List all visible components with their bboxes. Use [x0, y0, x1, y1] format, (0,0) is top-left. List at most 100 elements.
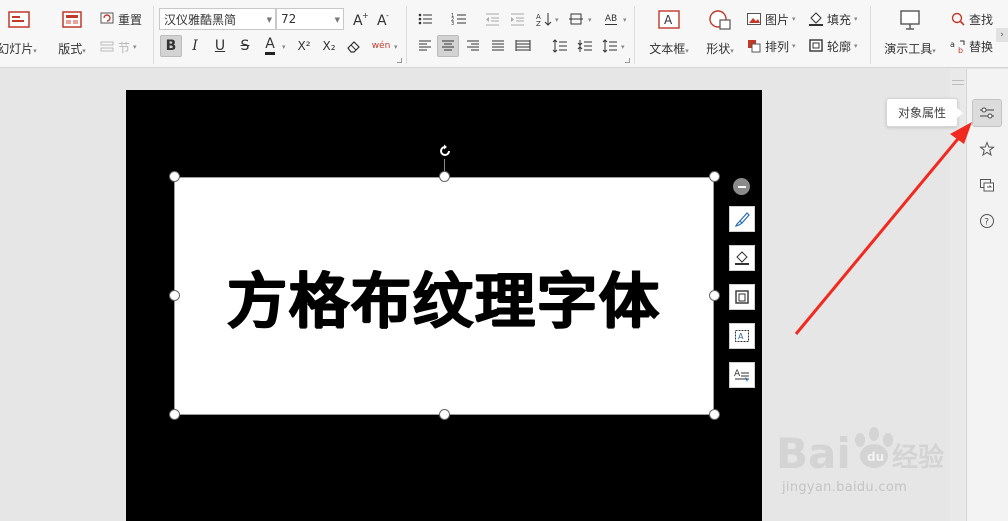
selected-textbox[interactable]: 方格布纹理字体 — [174, 177, 714, 415]
font-family-value: 汉仪雅酷黑简 — [164, 12, 237, 27]
justify-button[interactable] — [487, 35, 509, 57]
textbox-icon: A — [658, 10, 680, 29]
picture-button[interactable]: 图片 ▾ — [746, 8, 796, 30]
new-slide-button[interactable]: 幻灯片▾ — [0, 6, 38, 62]
shape-icon — [709, 10, 731, 30]
star-icon — [979, 141, 995, 157]
svg-text:Bai: Bai — [776, 429, 851, 478]
distribute-icon — [515, 40, 531, 51]
resize-handle-right[interactable] — [709, 290, 720, 301]
outline-label: 轮廓 — [827, 39, 852, 54]
distributed-button[interactable] — [512, 35, 534, 57]
collapse-tools-button[interactable] — [733, 178, 750, 195]
paragraph-spacing-icon — [577, 40, 592, 52]
textbox-text[interactable]: 方格布纹理字体 — [227, 253, 661, 340]
animation-pane-button[interactable] — [972, 135, 1002, 163]
sort-icon: AZ — [536, 13, 552, 27]
shrink-font-icon: A- — [377, 11, 389, 27]
align-center-button[interactable] — [437, 35, 459, 57]
reset-label: 重置 — [118, 12, 143, 27]
presentation-tools-button[interactable]: 演示工具▾ — [880, 6, 940, 62]
ribbon-scroll-right[interactable]: › — [996, 28, 1008, 42]
scroll-grip-top — [952, 80, 964, 81]
watermark-url: jingyan.baidu.com — [782, 480, 908, 495]
increase-indent-button[interactable] — [506, 8, 528, 30]
outline-icon — [735, 290, 749, 304]
svg-text:A: A — [734, 369, 741, 379]
reset-icon — [100, 12, 114, 24]
resize-handle-top-left[interactable] — [169, 171, 180, 182]
svg-text:?: ? — [984, 218, 989, 228]
arrange-button[interactable]: 排列 ▾ — [746, 35, 796, 57]
eraser-icon — [347, 41, 360, 53]
textbox-button[interactable]: A 文本框▾ — [645, 6, 693, 62]
quick-textbox-format-button[interactable]: A — [729, 323, 755, 349]
text-direction-button[interactable]: AB — [599, 8, 623, 30]
font-color-button[interactable]: A — [259, 35, 281, 57]
find-button[interactable]: 查找 — [950, 8, 993, 30]
resize-handle-top-right[interactable] — [709, 171, 720, 182]
resize-handle-bottom-left[interactable] — [169, 409, 180, 420]
resize-handle-top[interactable] — [439, 171, 450, 182]
layout-button[interactable]: 版式▾ — [54, 6, 90, 62]
align-right-button[interactable] — [462, 35, 484, 57]
text-frame-icon: A — [735, 330, 749, 342]
strikethrough-button[interactable]: S — [234, 35, 256, 57]
shrink-font-button[interactable]: A- — [373, 8, 395, 30]
superscript-button[interactable]: X² — [293, 35, 315, 57]
fill-label: 填充 — [827, 12, 852, 27]
quick-outline-button[interactable] — [729, 284, 755, 310]
subscript-button[interactable]: X₂ — [318, 35, 340, 57]
numbering-button[interactable]: 123 — [448, 8, 470, 30]
bold-button[interactable]: B — [160, 35, 182, 57]
align-left-button[interactable] — [414, 35, 436, 57]
fill-button[interactable]: 填充 ▾ — [808, 8, 858, 30]
outline-button[interactable]: 轮廓 ▾ — [808, 35, 858, 57]
svg-text:Z: Z — [536, 20, 541, 27]
quick-style-button[interactable] — [729, 206, 755, 232]
clear-format-button[interactable] — [343, 35, 365, 57]
svg-text:3: 3 — [451, 21, 454, 27]
reset-button[interactable]: 重置 — [99, 8, 142, 30]
line-spacing-top-button[interactable] — [565, 8, 587, 30]
paragraph-spacing-button[interactable] — [574, 35, 596, 57]
underline-button[interactable]: U — [209, 35, 231, 57]
quick-fill-button[interactable] — [729, 245, 755, 271]
spacing-options-button[interactable] — [599, 35, 621, 57]
section-button[interactable]: 节 ▾ — [99, 36, 137, 58]
phonetic-guide-button[interactable]: wén — [368, 35, 394, 57]
help-button[interactable]: ? — [972, 207, 1002, 235]
resize-handle-bottom-right[interactable] — [709, 409, 720, 420]
object-properties-tooltip: 对象属性 — [886, 98, 963, 127]
italic-button[interactable]: I — [184, 35, 206, 57]
bullet-list-icon — [418, 13, 432, 25]
resize-handle-bottom[interactable] — [439, 409, 450, 420]
baidu-jingyan-logo: Bai du 经验 — [776, 427, 944, 478]
bullets-button[interactable] — [414, 8, 436, 30]
quick-text-effect-button[interactable]: A — [729, 362, 755, 388]
svg-text:经验: 经验 — [892, 442, 944, 473]
svg-text:+: + — [362, 11, 368, 20]
layout-icon — [62, 11, 82, 28]
font-size-select[interactable]: 72 ▼ — [276, 8, 344, 30]
font-family-select[interactable]: 汉仪雅酷黑简 ▼ — [159, 8, 276, 30]
outdent-icon — [486, 13, 499, 26]
object-properties-button[interactable] — [972, 99, 1002, 127]
replace-button[interactable]: ab 替换 — [950, 35, 993, 57]
sort-button[interactable]: AZ — [533, 8, 555, 30]
rotate-handle-icon[interactable] — [437, 143, 453, 159]
sliders-icon — [980, 107, 994, 119]
line-spacing-button[interactable] — [549, 35, 571, 57]
section-label: 节 — [118, 40, 131, 55]
ribbon-toolbar: 幻灯片▾ 版式▾ 重置 节 ▾ 汉仪雅酷黑简 ▼ 72 ▼ A + A- B I U S… — [0, 0, 1008, 68]
minus-icon — [737, 185, 746, 188]
font-color-label: A — [265, 37, 275, 55]
resize-handle-left[interactable] — [169, 290, 180, 301]
line-spacing-icon — [552, 39, 567, 53]
shape-button[interactable]: 形状▾ — [702, 6, 738, 62]
arrange-label: 排列 — [765, 39, 790, 54]
decrease-indent-button[interactable] — [481, 8, 503, 30]
slide-transition-button[interactable] — [972, 171, 1002, 199]
slide-icon — [8, 11, 30, 28]
grow-font-button[interactable]: A + — [349, 8, 371, 30]
